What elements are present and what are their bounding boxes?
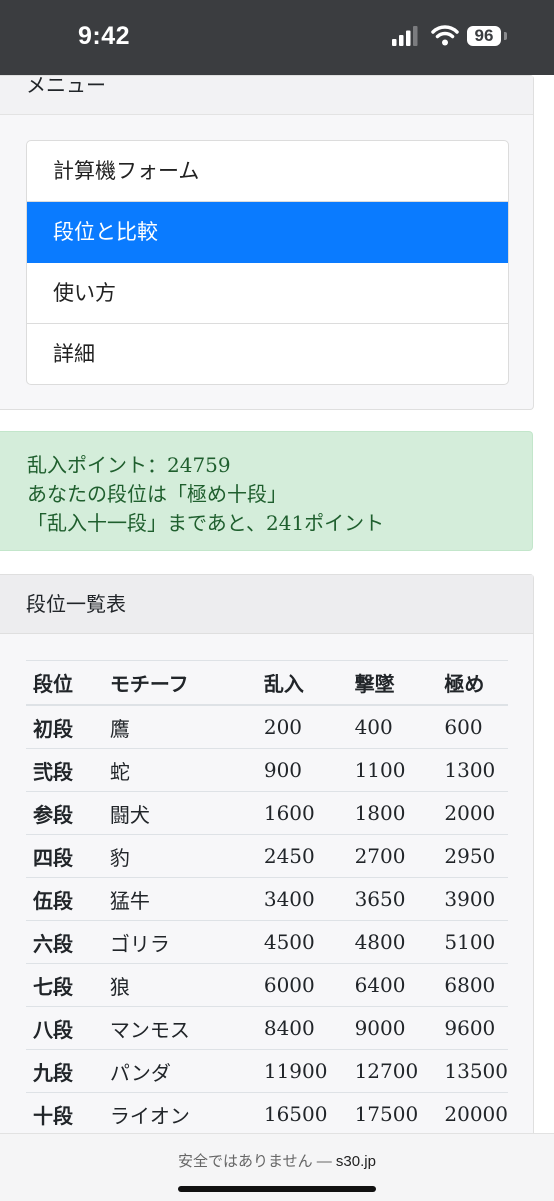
menu-item-calculator-form[interactable]: 計算機フォーム xyxy=(27,141,508,202)
rank-cell: 参段 xyxy=(26,791,103,835)
home-indicator[interactable] xyxy=(178,1186,376,1192)
intrusion-cell: 900 xyxy=(256,748,348,792)
intrusion-cell: 16500 xyxy=(256,1092,348,1135)
rank-cell: 伍段 xyxy=(26,877,103,921)
menu-list: 計算機フォーム 段位と比較 使い方 詳細 xyxy=(26,140,509,385)
rank-cell: 四段 xyxy=(26,834,103,878)
battery-tip xyxy=(504,32,507,40)
motif-cell: ライオン xyxy=(102,1092,257,1135)
browser-bottom-bar: 安全ではありません — s30.jp xyxy=(0,1133,554,1201)
intrusion-cell: 2450 xyxy=(256,834,348,878)
table-row: 八段 マンモス 8400 9000 9600 xyxy=(26,1006,508,1050)
shootdown-cell: 400 xyxy=(347,704,438,749)
mastery-cell: 9600 xyxy=(437,1006,508,1050)
table-row: 十段 ライオン 16500 17500 20000 xyxy=(26,1092,508,1135)
rank-cell: 七段 xyxy=(26,963,103,1007)
rank-cell: 初段 xyxy=(26,704,103,749)
menu-item-details[interactable]: 詳細 xyxy=(27,324,508,384)
next-rank-line: 「乱入十一段」まであと、241ポイント xyxy=(27,511,385,535)
column-header-motif: モチーフ xyxy=(102,660,257,706)
table-row: 七段狼 6000 6400 6800 xyxy=(26,963,508,1007)
motif-cell: 猛牛 xyxy=(102,877,257,921)
column-header-shootdown: 撃墜 xyxy=(347,660,438,706)
column-header-intrusion: 乱入 xyxy=(256,660,348,706)
motif-cell: パンダ xyxy=(102,1049,257,1093)
menu-title: メニュー xyxy=(0,76,533,115)
table-header-row: 段位 モチーフ 乱入 撃墜 極め xyxy=(26,660,508,706)
motif-cell: マンモス xyxy=(102,1006,257,1050)
menu-card: メニュー 計算機フォーム 段位と比較 使い方 詳細 xyxy=(0,75,534,410)
column-header-mastery: 極め xyxy=(437,660,508,706)
mastery-cell: 2950 xyxy=(437,834,508,878)
status-time: 9:42 xyxy=(78,22,131,50)
motif-cell: ゴリラ xyxy=(102,920,257,964)
shootdown-cell: 2700 xyxy=(347,834,438,878)
rank-cell: 十段 xyxy=(26,1092,103,1135)
shootdown-cell: 3650 xyxy=(347,877,438,921)
mastery-cell: 20000 xyxy=(437,1092,508,1135)
intrusion-cell: 1600 xyxy=(256,791,348,835)
rank-cell: 弐段 xyxy=(26,748,103,792)
table-row: 九段 パンダ 11900 12700 13500 xyxy=(26,1049,508,1093)
shootdown-cell: 4800 xyxy=(347,920,438,964)
url-domain: s30.jp xyxy=(335,1153,376,1170)
intrusion-cell: 6000 xyxy=(256,963,348,1007)
shootdown-cell: 17500 xyxy=(347,1092,438,1135)
mastery-cell: 1300 xyxy=(437,748,508,792)
rank-cell: 八段 xyxy=(26,1006,103,1050)
table-row: 六段 ゴリラ 4500 4800 5100 xyxy=(26,920,508,964)
wifi-icon xyxy=(431,25,459,46)
rank-table-card: 段位一覧表 段位 モチーフ 乱入 撃墜 極め 初段鷹 200 400 600 弐段蛇 90… xyxy=(0,574,534,1176)
table-row: 弐段蛇 900 1100 1300 xyxy=(26,748,508,792)
motif-cell: 狼 xyxy=(102,963,257,1007)
status-bar: 9:42 96 xyxy=(0,0,554,75)
mastery-cell: 13500 xyxy=(437,1049,508,1093)
table-row: 四段豹 2450 2700 2950 xyxy=(26,834,508,878)
mastery-cell: 3900 xyxy=(437,877,508,921)
rank-table-title: 段位一覧表 xyxy=(0,575,533,634)
intrusion-cell: 4500 xyxy=(256,920,348,964)
result-alert: 乱入ポイント：24759 あなたの段位は「極め十段」 「乱入十一段」まであと、2… xyxy=(0,431,533,551)
motif-cell: 豹 xyxy=(102,834,257,878)
security-warning: 安全ではありません — xyxy=(178,1153,336,1170)
intrusion-cell: 200 xyxy=(256,704,348,749)
mastery-cell: 6800 xyxy=(437,963,508,1007)
shootdown-cell: 12700 xyxy=(347,1049,438,1093)
battery-icon: 96 xyxy=(467,26,501,46)
points-line: 乱入ポイント：24759 xyxy=(27,453,231,477)
table-row: 初段鷹 200 400 600 xyxy=(26,704,508,749)
rank-table: 段位 モチーフ 乱入 撃墜 極め 初段鷹 200 400 600 弐段蛇 900 1100 1… xyxy=(26,660,508,1135)
intrusion-cell: 11900 xyxy=(256,1049,348,1093)
mastery-cell: 2000 xyxy=(437,791,508,835)
table-row: 伍段 猛牛 3400 3650 3900 xyxy=(26,877,508,921)
shootdown-cell: 1800 xyxy=(347,791,438,835)
menu-item-rank-comparison[interactable]: 段位と比較 xyxy=(27,202,508,263)
menu-item-how-to-use[interactable]: 使い方 xyxy=(27,263,508,324)
table-row: 参段 闘犬 1600 1800 2000 xyxy=(26,791,508,835)
current-rank-line: あなたの段位は「極め十段」 xyxy=(27,482,287,506)
mastery-cell: 600 xyxy=(437,704,508,749)
shootdown-cell: 9000 xyxy=(347,1006,438,1050)
motif-cell: 鷹 xyxy=(102,704,257,749)
intrusion-cell: 8400 xyxy=(256,1006,348,1050)
shootdown-cell: 1100 xyxy=(347,748,438,792)
motif-cell: 蛇 xyxy=(102,748,257,792)
intrusion-cell: 3400 xyxy=(256,877,348,921)
shootdown-cell: 6400 xyxy=(347,963,438,1007)
mastery-cell: 5100 xyxy=(437,920,508,964)
rank-cell: 六段 xyxy=(26,920,103,964)
rank-cell: 九段 xyxy=(26,1049,103,1093)
motif-cell: 闘犬 xyxy=(102,791,257,835)
cellular-signal-icon xyxy=(392,26,418,46)
column-header-rank: 段位 xyxy=(26,660,103,706)
address-bar[interactable]: 安全ではありません — s30.jp xyxy=(0,1150,554,1171)
